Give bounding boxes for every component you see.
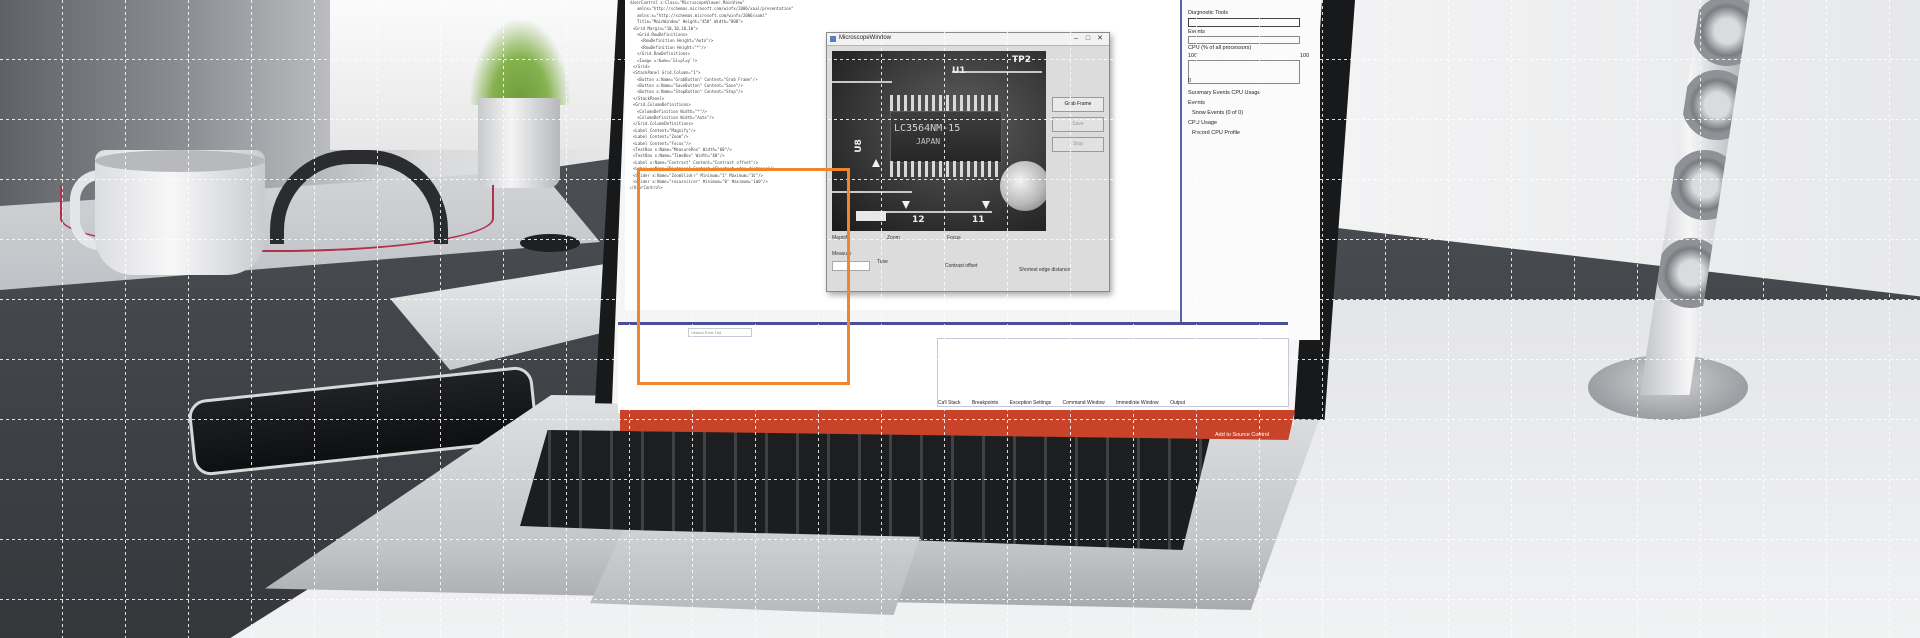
tab-command-window[interactable]: Command Window	[1063, 400, 1105, 406]
chip-pins	[890, 161, 1000, 177]
tab-call-stack[interactable]: Call Stack	[938, 400, 961, 406]
events-header: Events	[1188, 100, 1205, 106]
window-titlebar[interactable]: MicroscopeWindow – □ ✕	[827, 33, 1109, 46]
measure-label: Measure	[832, 251, 852, 257]
diagnostic-title: Diagnostic Tools	[1188, 10, 1228, 16]
window-title: MicroscopeWindow	[839, 35, 892, 41]
cpu-max-right: 100	[1300, 53, 1310, 59]
tab-breakpoints[interactable]: Breakpoints	[972, 400, 998, 406]
laptop-trackpad	[590, 530, 920, 615]
chip-origin: JAPAN	[916, 137, 941, 146]
pcb-trace	[832, 81, 892, 83]
search-error-list[interactable]: Search Error List	[688, 328, 752, 337]
summary-tabs[interactable]: Summary Events CPU Usage	[1188, 90, 1260, 96]
plant-leaves	[470, 20, 570, 105]
magnify-label: Magnify	[832, 235, 850, 241]
contrast-label: Contrast offset	[945, 263, 978, 269]
focus-label: Focus	[947, 235, 961, 241]
chip-pins	[890, 95, 1000, 111]
distance-label: Shortest edge distance	[1019, 267, 1071, 273]
app-icon	[830, 36, 836, 42]
pcb-trace	[872, 211, 992, 213]
time-label: Time	[877, 259, 888, 265]
maximize-icon[interactable]: □	[1083, 34, 1093, 43]
microscope-image: LC3564NM-15 JAPAN TP2 U8 U1 12 11	[832, 51, 1046, 231]
save-button[interactable]: Save	[1052, 117, 1104, 132]
events-track	[1188, 36, 1300, 44]
bottom-tab-strip: Call Stack Breakpoints Exception Setting…	[938, 400, 1298, 409]
ic-chip	[890, 111, 1002, 163]
record-cpu-profile[interactable]: Record CPU Profile	[1192, 130, 1240, 136]
close-icon[interactable]: ✕	[1095, 34, 1105, 43]
minimize-icon[interactable]: –	[1071, 34, 1081, 43]
cpu-min: 0	[1188, 78, 1192, 84]
silkscreen-12: 12	[912, 215, 925, 225]
events-label: Events	[1188, 29, 1205, 35]
tab-exception-settings[interactable]: Exception Settings	[1010, 400, 1051, 406]
add-to-source-control[interactable]: Add to Source Control	[1215, 432, 1269, 438]
diagnostic-tools-panel: Diagnostic Tools Events CPU (% of all pr…	[1180, 0, 1320, 340]
silkscreen-11: 11	[972, 215, 985, 225]
microscope-window[interactable]: MicroscopeWindow – □ ✕ LC3564NM-15 JAPAN…	[826, 32, 1110, 292]
mug-rim	[95, 150, 265, 172]
pcb-trace	[832, 191, 912, 193]
tab-output[interactable]: Output	[1170, 400, 1185, 406]
arrow-icon	[872, 159, 880, 167]
cpu-usage-header: CPU Usage	[1188, 120, 1218, 126]
cpu-graph	[1188, 60, 1300, 84]
zoom-label: Zoom	[887, 235, 900, 241]
timeline-bar	[1188, 18, 1300, 27]
silkscreen-u8: U8	[853, 139, 864, 153]
grab-frame-button[interactable]: Grab Frame	[1052, 97, 1104, 112]
solder-pad	[1000, 161, 1046, 211]
silkscreen-u1: U1	[952, 66, 966, 76]
arrow-icon	[902, 201, 910, 209]
white-marker	[856, 211, 886, 221]
cpu-max: 100	[1188, 53, 1198, 59]
show-events[interactable]: Show Events (0 of 0)	[1192, 110, 1243, 116]
silkscreen-tp2: TP2	[1012, 55, 1031, 65]
stop-button[interactable]: Stop	[1052, 137, 1104, 152]
output-pane	[937, 338, 1289, 407]
measure-field[interactable]	[832, 261, 870, 271]
desk-puck	[520, 234, 580, 252]
cpu-label: CPU (% of all processors)	[1188, 45, 1252, 51]
tab-immediate-window[interactable]: Immediate Window	[1116, 400, 1159, 406]
plant-pot	[478, 98, 560, 188]
chip-part-number: LC3564NM-15	[894, 123, 961, 134]
arrow-icon	[982, 201, 990, 209]
